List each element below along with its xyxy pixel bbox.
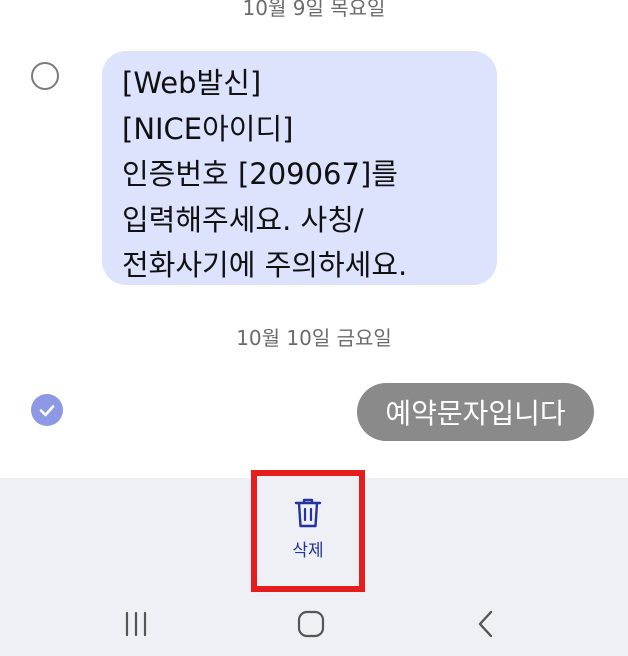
recent-apps-button[interactable] — [116, 604, 156, 644]
date-separator-mid: 10월 10일 금요일 — [236, 326, 392, 350]
date-separator-top: 10월 9일 목요일 — [242, 0, 386, 20]
back-icon — [478, 610, 493, 638]
back-button[interactable] — [467, 604, 507, 644]
message-line: 입력해주세요. 사칭/ — [122, 202, 364, 237]
home-button[interactable] — [291, 604, 331, 644]
message-line: 전화사기에 주의하세요. — [122, 248, 408, 282]
outgoing-message-bubble[interactable]: 예약문자입니다 — [357, 383, 594, 441]
home-icon — [297, 610, 325, 638]
delete-highlight-box: 삭제 — [251, 470, 365, 592]
recent-apps-icon — [125, 611, 147, 637]
message-line: [NICE아이디] — [122, 111, 294, 146]
delete-label: 삭제 — [292, 541, 324, 561]
system-navigation-bar — [0, 596, 628, 656]
incoming-message-bubble[interactable]: [Web발신] [NICE아이디] 인증번호 [209067]를 입력해주세요.… — [102, 51, 497, 285]
check-icon — [39, 405, 55, 417]
message-select-radio[interactable] — [31, 62, 59, 90]
message-line: 인증번호 [209067]를 — [122, 157, 398, 191]
message-text: 예약문자입니다 — [385, 397, 566, 430]
trash-icon — [294, 498, 322, 528]
message-selected-check[interactable] — [31, 394, 63, 426]
message-line: [Web발신] — [122, 66, 262, 100]
delete-button[interactable]: 삭제 — [257, 476, 359, 586]
